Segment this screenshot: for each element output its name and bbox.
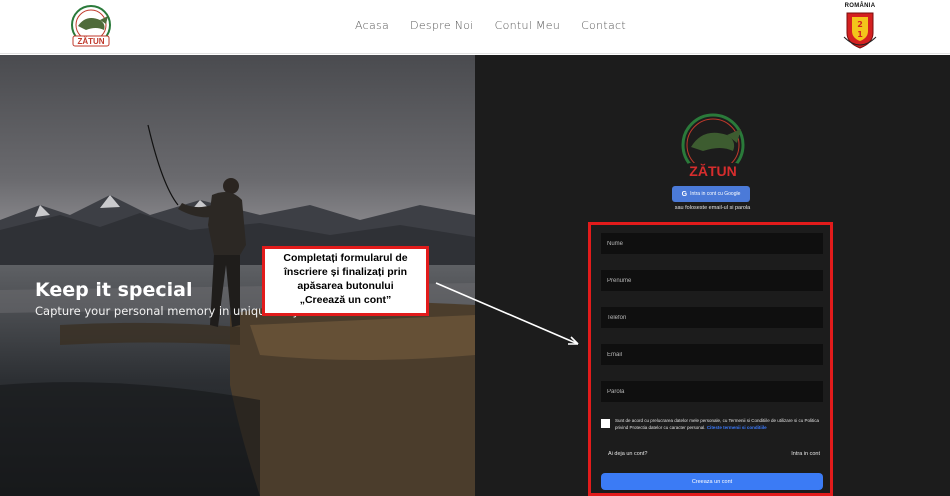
signup-form: Sunt de acord cu prelucrarea datelor mel… bbox=[588, 222, 833, 496]
login-link[interactable]: Intra in cont bbox=[791, 451, 820, 457]
site-header: ZĂTUN Acasa Despre Noi Contul Meu Contac… bbox=[0, 0, 950, 54]
google-icon: G bbox=[681, 190, 688, 198]
google-login-button[interactable]: G Intra in cont cu Google bbox=[672, 186, 750, 202]
nav-item-acasa[interactable]: Acasa bbox=[355, 19, 389, 32]
name-field[interactable] bbox=[601, 233, 823, 254]
nav-item-despre-noi[interactable]: Despre Noi bbox=[410, 19, 474, 32]
callout-line: înscriere și finalizați prin bbox=[283, 266, 408, 278]
panel-logo-text: ZĂTUN bbox=[689, 163, 737, 179]
alt-login-text: sau foloseste email-ul si parola bbox=[674, 205, 751, 211]
terms-text: Sunt de acord cu prelucrarea datelor mel… bbox=[615, 417, 826, 431]
email-field[interactable] bbox=[601, 344, 823, 365]
have-account-text: Ai deja un cont? bbox=[608, 451, 648, 457]
terms-checkbox[interactable] bbox=[601, 419, 610, 428]
main-nav: Acasa Despre Noi Contul Meu Contact bbox=[355, 19, 626, 32]
site-logo[interactable]: ZĂTUN bbox=[66, 4, 116, 50]
create-account-button[interactable]: Creeaza un cont bbox=[601, 473, 823, 490]
callout-line: Completați formularul de bbox=[283, 252, 408, 264]
callout-line: apăsarea butonului bbox=[297, 280, 394, 292]
instruction-callout: Completați formularul de înscriere și fi… bbox=[262, 246, 429, 316]
password-field[interactable] bbox=[601, 381, 823, 402]
logo-text: ZĂTUN bbox=[77, 37, 105, 46]
signup-panel: ZĂTUN G Intra in cont cu Google sau folo… bbox=[475, 55, 950, 496]
terms-consent: Sunt de acord cu prelucrarea datelor mel… bbox=[601, 417, 826, 431]
hero-subtitle: Capture your personal memory in unique w… bbox=[35, 304, 300, 318]
svg-text:1: 1 bbox=[857, 30, 863, 39]
nav-item-contul-meu[interactable]: Contul Meu bbox=[495, 19, 560, 32]
phone-field[interactable] bbox=[601, 307, 823, 328]
surname-field[interactable] bbox=[601, 270, 823, 291]
crest-title: ROMÂNIA bbox=[844, 3, 876, 9]
terms-link[interactable]: Citeste termenii si conditiile bbox=[707, 425, 767, 430]
panel-logo: ZĂTUN bbox=[673, 113, 753, 187]
google-login-label: Intra in cont cu Google bbox=[690, 191, 741, 197]
coat-of-arms-icon: 2 1 bbox=[843, 12, 877, 49]
romania-crest: ROMÂNIA 2 1 bbox=[838, 3, 882, 51]
nav-item-contact[interactable]: Contact bbox=[581, 19, 626, 32]
callout-line: „Creează un cont” bbox=[299, 294, 392, 306]
hero-title: Keep it special bbox=[35, 279, 193, 301]
svg-text:2: 2 bbox=[857, 20, 863, 29]
page: ZĂTUN Acasa Despre Noi Contul Meu Contac… bbox=[0, 0, 950, 496]
